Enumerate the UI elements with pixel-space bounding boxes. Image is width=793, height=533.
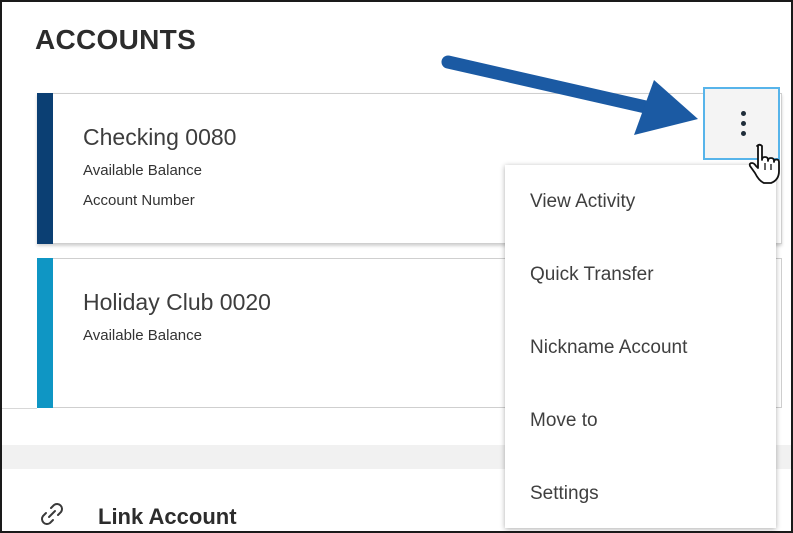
account-accent-bar <box>37 258 53 408</box>
menu-item-move-to[interactable]: Move to <box>505 384 776 457</box>
account-name: Holiday Club 0020 <box>83 289 271 315</box>
menu-item-settings[interactable]: Settings <box>505 457 776 530</box>
kebab-menu-icon <box>741 121 746 126</box>
menu-item-nickname-account[interactable]: Nickname Account <box>505 311 776 384</box>
hand-cursor-icon <box>748 143 780 184</box>
account-number-label: Account Number <box>83 192 195 209</box>
account-name: Checking 0080 <box>83 124 237 150</box>
divider <box>2 408 37 409</box>
kebab-menu-icon <box>741 111 746 116</box>
menu-item-view-activity[interactable]: View Activity <box>505 165 776 238</box>
accounts-panel: ACCOUNTS Checking 0080 Available Balance… <box>0 0 793 533</box>
arrow-icon <box>441 55 698 135</box>
account-actions-menu: View Activity Quick Transfer Nickname Ac… <box>505 165 776 528</box>
account-accent-bar <box>37 93 53 244</box>
link-icon[interactable] <box>38 500 66 528</box>
page-title: ACCOUNTS <box>35 24 197 55</box>
kebab-menu-icon <box>741 131 746 136</box>
link-account-button[interactable]: Link Account <box>98 504 237 530</box>
available-balance-label: Available Balance <box>83 327 202 344</box>
available-balance-label: Available Balance <box>83 162 202 179</box>
menu-item-quick-transfer[interactable]: Quick Transfer <box>505 238 776 311</box>
